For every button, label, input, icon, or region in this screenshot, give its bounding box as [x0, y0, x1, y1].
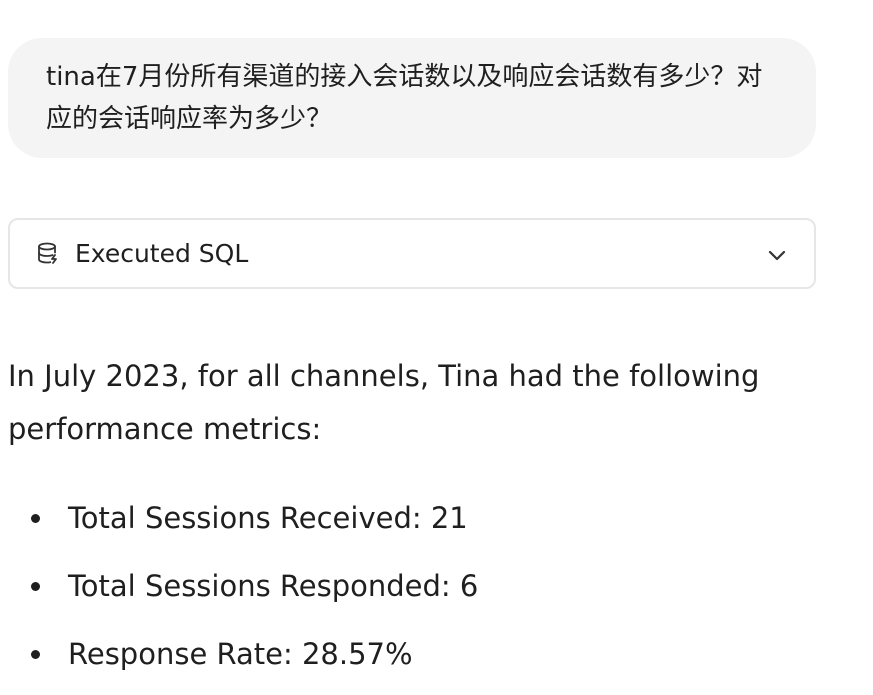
- metric-response-rate: Response Rate: 28.57%: [68, 637, 413, 671]
- metrics-list: Total Sessions Received: 21 Total Sessio…: [0, 491, 860, 695]
- chevron-down-icon[interactable]: [764, 242, 790, 268]
- bullet-icon: [31, 582, 40, 591]
- list-item: Total Sessions Received: 21: [0, 491, 860, 559]
- executed-sql-panel[interactable]: Executed SQL: [8, 218, 816, 289]
- user-message-bubble: tina在7月份所有渠道的接入会话数以及响应会话数有多少？对应的会话响应率为多少…: [8, 38, 816, 158]
- bullet-icon: [31, 514, 40, 523]
- metric-sessions-received: Total Sessions Received: 21: [68, 501, 468, 535]
- answer-intro-text: In July 2023, for all channels, Tina had…: [8, 359, 760, 446]
- answer-intro: In July 2023, for all channels, Tina had…: [8, 350, 808, 456]
- metric-sessions-responded: Total Sessions Responded: 6: [68, 569, 479, 603]
- executed-sql-label: Executed SQL: [75, 239, 249, 268]
- list-item: Total Sessions Responded: 6: [0, 559, 860, 627]
- bullet-icon: [31, 650, 40, 659]
- database-icon: [35, 240, 63, 268]
- list-item: Response Rate: 28.57%: [0, 627, 860, 695]
- user-message-text: tina在7月份所有渠道的接入会话数以及响应会话数有多少？对应的会话响应率为多少…: [46, 62, 763, 134]
